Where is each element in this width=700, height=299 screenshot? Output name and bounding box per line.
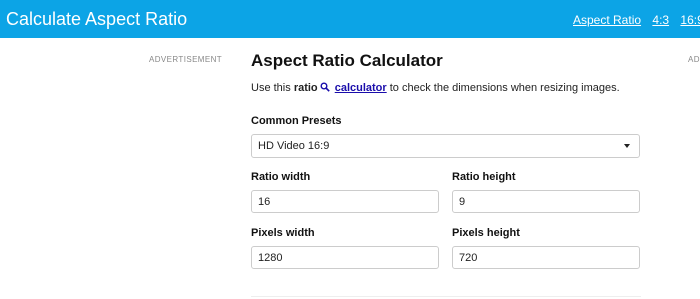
advertisement-label-right: ADV <box>688 55 700 64</box>
pixels-width-input[interactable] <box>251 246 439 269</box>
presets-select[interactable]: HD Video 16:9 <box>251 134 640 158</box>
divider <box>251 296 641 297</box>
presets-selected-value: HD Video 16:9 <box>258 140 330 152</box>
site-title[interactable]: Calculate Aspect Ratio <box>6 9 187 30</box>
intro-after: to check the dimensions when resizing im… <box>389 82 620 94</box>
magnifier-icon <box>320 82 330 92</box>
page-title: Aspect Ratio Calculator <box>251 51 443 70</box>
pixels-height-input[interactable] <box>452 246 640 269</box>
ratio-width-input[interactable] <box>251 190 439 213</box>
advertisement-label-left: ADVERTISEMENT <box>149 55 223 64</box>
calculator-link[interactable]: calculator <box>335 82 387 94</box>
chevron-down-icon <box>624 144 630 148</box>
intro-before: Use this <box>251 82 291 94</box>
nav-link-16-9[interactable]: 16:9 <box>680 13 700 27</box>
nav-link-aspect-ratio[interactable]: Aspect Ratio <box>573 13 641 27</box>
pixels-height-label: Pixels height <box>452 227 520 239</box>
ratio-height-label: Ratio height <box>452 171 516 183</box>
ratio-height-input[interactable] <box>452 190 640 213</box>
ratio-width-label: Ratio width <box>251 171 311 183</box>
top-nav: Aspect Ratio 4:3 16:9 Im <box>573 13 700 27</box>
presets-label: Common Presets <box>251 115 342 127</box>
intro-bold-ratio: ratio <box>293 82 318 94</box>
pixels-width-label: Pixels width <box>251 227 315 239</box>
nav-link-4-3[interactable]: 4:3 <box>652 13 669 27</box>
calculator-panel: Aspect Ratio Calculator Use this ratio c… <box>251 50 641 269</box>
intro-text: Use this ratio calculator to check the d… <box>251 81 641 95</box>
top-bar: Calculate Aspect Ratio Aspect Ratio 4:3 … <box>0 0 700 38</box>
